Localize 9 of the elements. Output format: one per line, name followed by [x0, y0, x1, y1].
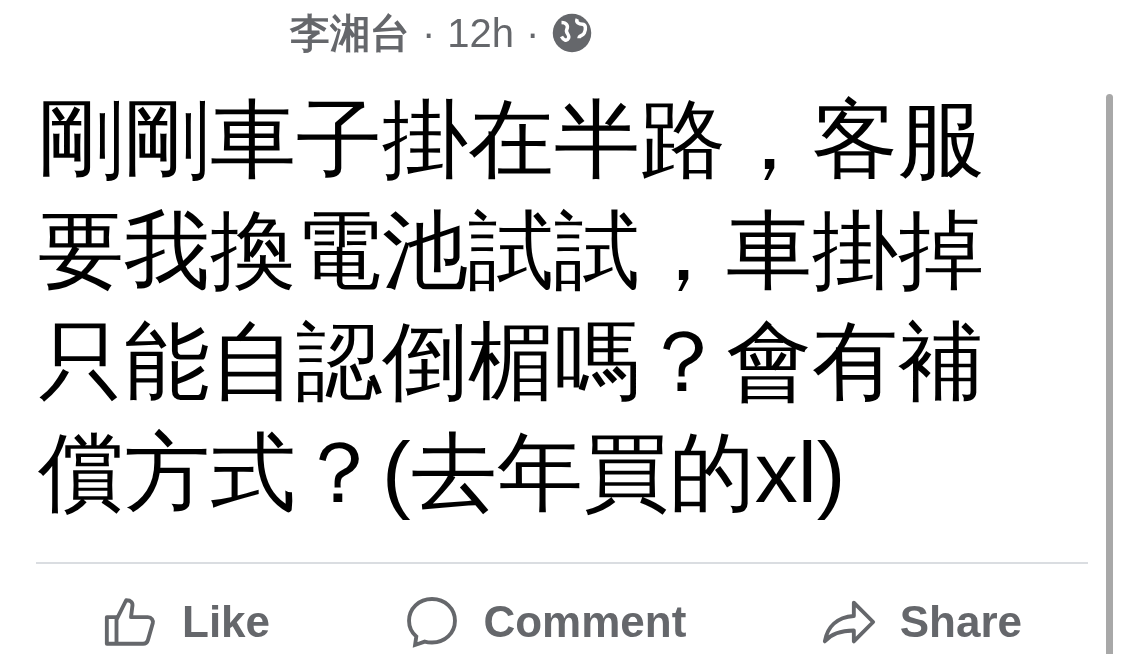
share-button[interactable]: Share [819, 589, 1022, 654]
separator: · [526, 10, 540, 57]
globe-icon [551, 12, 594, 54]
like-button[interactable]: Like [102, 589, 271, 654]
author-name[interactable]: 李湘台 [290, 3, 410, 63]
comment-button[interactable]: Comment [403, 589, 687, 654]
post-time[interactable]: 12h [447, 3, 515, 63]
separator: · [422, 10, 436, 57]
post-text: 剛剛車子掛在半路，客服要我換電池試試，車掛掉只能自認倒楣嗎？會有補償方式？(去年買的xl) [38, 90, 985, 522]
